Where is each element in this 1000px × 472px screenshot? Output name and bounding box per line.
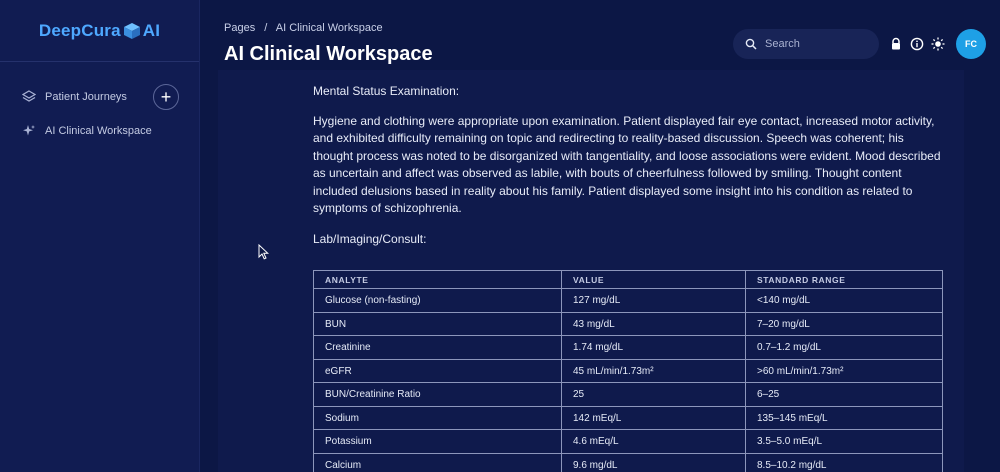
table-row: Calcium 9.6 mg/dL 8.5–10.2 mg/dL — [313, 452, 943, 472]
cell-analyte: BUN — [313, 311, 562, 337]
sidebar-item-label: Patient Journeys — [45, 91, 127, 103]
cell-range: 6–25 — [745, 382, 943, 407]
info-icon[interactable] — [910, 37, 924, 51]
breadcrumb-root[interactable]: Pages — [224, 22, 255, 34]
column-header-analyte: ANALYTE — [313, 270, 562, 290]
lock-icon[interactable] — [889, 37, 903, 51]
column-header-value: VALUE — [561, 270, 746, 290]
table-header-row: ANALYTE VALUE STANDARD RANGE — [313, 270, 943, 290]
mouse-cursor-icon — [258, 243, 270, 260]
table-row: BUN/Creatinine Ratio 25 6–25 — [313, 382, 943, 407]
cell-analyte: Sodium — [313, 405, 562, 431]
breadcrumb-current: AI Clinical Workspace — [275, 22, 383, 34]
cell-value: 25 — [561, 382, 746, 407]
cell-analyte: Calcium — [313, 452, 562, 472]
mse-paragraph: Hygiene and clothing were appropriate up… — [313, 114, 941, 216]
cell-value: 43 mg/dL — [561, 311, 746, 337]
table-row: Sodium 142 mEq/L 135–145 mEq/L — [313, 405, 943, 431]
cell-value: 142 mEq/L — [561, 405, 746, 431]
clinical-document: Mental Status Examination: Hygiene and c… — [218, 70, 964, 472]
cell-range: 135–145 mEq/L — [745, 405, 943, 431]
sidebar-item-patient-journeys[interactable]: Patient Journeys + — [0, 80, 199, 114]
user-avatar[interactable]: FC — [956, 29, 986, 59]
cell-analyte: Glucose (non-fasting) — [313, 288, 562, 313]
cell-range: 3.5–5.0 mEq/L — [745, 429, 943, 454]
cell-range: 7–20 mg/dL — [745, 311, 943, 337]
cell-range: >60 mL/min/1.73m² — [745, 358, 943, 384]
cell-value: 4.6 mEq/L — [561, 429, 746, 454]
cell-analyte: BUN/Creatinine Ratio — [313, 382, 562, 407]
column-header-standard-range: STANDARD RANGE — [745, 270, 943, 290]
breadcrumb-separator: / — [264, 22, 268, 34]
search-input[interactable] — [765, 38, 865, 50]
logo-text-right: AI — [142, 20, 161, 40]
breadcrumb: Pages / AI Clinical Workspace — [224, 22, 433, 34]
mse-section-title: Mental Status Examination: — [313, 84, 460, 98]
sparkle-icon — [22, 124, 36, 138]
lab-results-table: ANALYTE VALUE STANDARD RANGE Glucose (no… — [313, 270, 943, 472]
cell-range: 0.7–1.2 mg/dL — [745, 335, 943, 360]
sidebar-item-label: AI Clinical Workspace — [45, 125, 152, 137]
sidebar: DeepCura AI Patient Journeys + AI Clinic… — [0, 0, 200, 472]
cell-range: 8.5–10.2 mg/dL — [745, 452, 943, 472]
top-toolbar: FC — [733, 28, 986, 60]
table-row: Creatinine 1.74 mg/dL 0.7–1.2 mg/dL — [313, 335, 943, 360]
layers-icon — [22, 90, 36, 104]
app-logo[interactable]: DeepCura AI — [0, 0, 199, 62]
page-header: Pages / AI Clinical Workspace AI Clinica… — [224, 22, 433, 66]
table-row: Potassium 4.6 mEq/L 3.5–5.0 mEq/L — [313, 429, 943, 454]
add-journey-button[interactable]: + — [153, 84, 179, 110]
search-box[interactable] — [733, 29, 879, 59]
lab-section-title: Lab/Imaging/Consult: — [313, 232, 427, 247]
cell-analyte: Creatinine — [313, 335, 562, 360]
page-title: AI Clinical Workspace — [224, 43, 433, 65]
sidebar-item-ai-clinical-workspace[interactable]: AI Clinical Workspace — [0, 114, 199, 148]
cell-value: 127 mg/dL — [561, 288, 746, 313]
cell-value: 1.74 mg/dL — [561, 335, 746, 360]
theme-sun-icon[interactable] — [931, 37, 945, 51]
table-row: BUN 43 mg/dL 7–20 mg/dL — [313, 311, 943, 337]
cell-value: 9.6 mg/dL — [561, 452, 746, 472]
cell-analyte: Potassium — [313, 429, 562, 454]
table-row: eGFR 45 mL/min/1.73m² >60 mL/min/1.73m² — [313, 358, 943, 384]
cube-logo-icon — [123, 22, 141, 40]
cell-range: <140 mg/dL — [745, 288, 943, 313]
cell-value: 45 mL/min/1.73m² — [561, 358, 746, 384]
table-row: Glucose (non-fasting) 127 mg/dL <140 mg/… — [313, 288, 943, 313]
cell-analyte: eGFR — [313, 358, 562, 384]
logo-text-left: DeepCura — [38, 20, 121, 40]
search-icon — [745, 38, 757, 50]
